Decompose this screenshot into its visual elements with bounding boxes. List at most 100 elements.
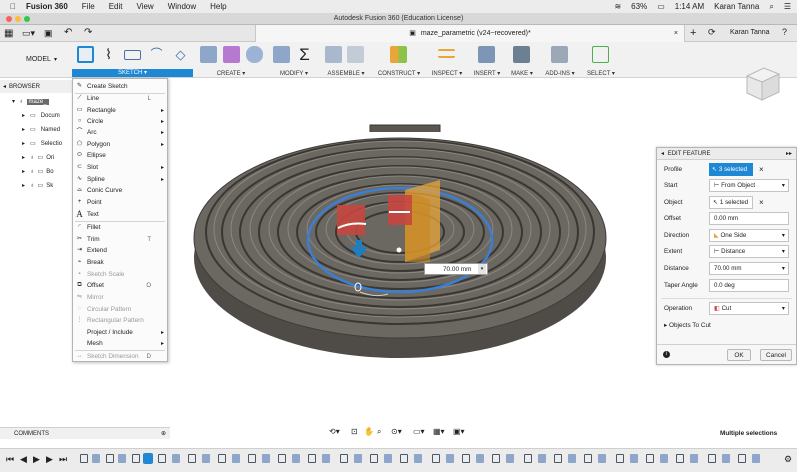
menu-trim[interactable]: ✂ Trim T [73,234,167,245]
pan-icon[interactable]: ✋ [364,427,374,436]
menu-extend[interactable]: ⇥ Extend [73,245,167,256]
addins-group[interactable]: ADD-INS ▾ [540,42,580,78]
make-print-icon[interactable] [513,46,530,63]
expand-icon[interactable]: ▸ [22,126,25,133]
select-arrow-icon[interactable] [592,46,609,63]
browser-row-origin[interactable]: ▸ ♁ ▭ Ori [0,151,54,164]
timeline-sketch-icon[interactable] [340,454,348,463]
timeline-sketch-icon[interactable] [218,454,226,463]
workspace-switcher[interactable]: MODEL ▾ [4,42,66,78]
job-status-icon[interactable]: ⟳ [708,27,716,38]
browser-row-document-settings[interactable]: ▸ ▭ Docum [0,109,60,122]
cancel-button[interactable]: Cancel [760,349,792,361]
timeline-extrude-icon[interactable] [202,454,210,463]
timeline-sketch-icon[interactable] [248,454,256,463]
expand-icon[interactable]: ▸ [22,168,25,175]
menu-edit[interactable]: Edit [109,2,123,11]
timeline-sketch-icon[interactable] [676,454,684,463]
file-menu-icon[interactable]: ▭▾ [22,28,35,39]
insert-image-icon[interactable] [478,46,495,63]
menu-mesh[interactable]: Mesh ▸ [73,338,167,349]
operation-select[interactable]: ◧ Cut ▾ [709,302,789,315]
create-sketch-icon[interactable] [77,46,94,63]
orbit-icon[interactable]: ⟲▾ [329,427,340,436]
direction-select[interactable]: ◣ One Side ▾ [709,229,789,242]
joint-icon[interactable] [325,46,342,63]
distance-manipulator[interactable] [356,240,362,248]
new-tab-icon[interactable]: + [690,27,696,39]
circle-tool-icon[interactable]: ⌒ [148,46,165,63]
search-icon[interactable]: ⌕ [769,2,773,12]
menu-window[interactable]: Window [168,2,196,11]
timeline-extrude-icon[interactable] [722,454,730,463]
extent-select[interactable]: ⊢ Distance ▾ [709,245,789,258]
menu-spline[interactable]: ∿ Spline ▸ [73,174,167,185]
minimize-window-button[interactable] [15,16,21,22]
document-tab[interactable]: ▣ maze_parametric (v24~recovered)* × [255,25,685,42]
menu-rectangular-pattern[interactable]: ⋮ Rectangular Pattern [73,315,167,326]
timeline-extrude-icon[interactable] [506,454,514,463]
menu-help[interactable]: Help [210,2,226,11]
list-icon[interactable]: ☰ [784,2,791,11]
timeline-extrude-icon[interactable] [660,454,668,463]
zoom-window-button[interactable] [24,16,30,22]
form-icon[interactable] [223,46,240,63]
selected-profile-2[interactable] [388,195,412,225]
sketch-menu-button[interactable]: SKETCH ▾ [72,69,193,77]
browser-row-root[interactable]: ▾ ♁ maze_ [0,95,49,108]
object-selection[interactable]: ↖ 1 selected [709,196,753,209]
cylinder-icon[interactable] [246,46,263,63]
timeline-extrude-icon[interactable] [690,454,698,463]
bulb-icon[interactable]: ♁ [30,183,35,189]
tab-close-icon[interactable]: × [674,25,678,42]
menu-ellipse[interactable]: ⬭ Ellipse [73,150,167,161]
timeline-extrude-icon[interactable] [354,454,362,463]
timeline-sketch-icon[interactable] [106,454,114,463]
timeline-extrude-icon[interactable] [322,454,330,463]
step-back-icon[interactable]: ◀ [20,454,27,465]
start-select[interactable]: ⊢ From Object ▾ [709,179,789,192]
menu-polygon[interactable]: ⬠ Polygon ▸ [73,139,167,150]
timeline-sketch-icon[interactable] [400,454,408,463]
timeline-sketch-icon[interactable] [554,454,562,463]
bulb-icon[interactable]: ♁ [30,155,35,161]
taper-input[interactable]: 0.0 deg [709,279,789,292]
select-group[interactable]: SELECT ▾ [584,42,618,78]
fit-icon[interactable]: ⊙▾ [391,427,402,436]
menu-project-include[interactable]: Project / Include ▸ [73,327,167,338]
create-group[interactable]: CREATE ▾ [195,42,267,78]
menu-mirror[interactable]: ⇋ Mirror [73,292,167,303]
menu-fillet[interactable]: ◜ Fillet [73,222,167,233]
battery-icon[interactable]: ▭ [657,2,665,11]
menu-file[interactable]: File [82,2,95,11]
app-name[interactable]: Fusion 360 [26,2,68,11]
ok-button[interactable]: OK [727,349,751,361]
timeline-extrude-icon[interactable] [384,454,392,463]
timeline-extrude-icon[interactable] [598,454,606,463]
bulb-icon[interactable]: ♁ [30,169,35,175]
expand-icon[interactable]: ▸ [22,112,25,119]
menu-sketch-scale[interactable]: ▪ Sketch Scale [73,269,167,280]
menu-sketch-dimension[interactable]: ↔ Sketch Dimension D [73,351,167,362]
distance-field[interactable]: 70.00 mm ▾ [709,262,789,275]
as-built-joint-icon[interactable] [347,46,364,63]
display-settings-icon[interactable]: ▭▾ [413,427,425,436]
timeline-sketch-icon[interactable] [80,454,88,463]
tab-user-name[interactable]: Karan Tanna [730,29,770,36]
extrude-icon[interactable] [200,46,217,63]
timeline-extrude-icon-active[interactable] [143,453,153,464]
expand-dialog-icon[interactable]: ▸▸ [786,148,792,160]
menu-line[interactable]: ⟋ Line L [73,93,167,104]
undo-icon[interactable]: ↶ [64,27,72,38]
clock[interactable]: 1:14 AM [675,2,704,11]
redo-icon[interactable]: ↷ [84,27,92,38]
timeline-sketch-icon[interactable] [158,454,166,463]
timeline-sketch-icon[interactable] [492,454,500,463]
look-at-icon[interactable]: ⊡ [351,427,358,436]
expand-icon[interactable]: ▾ [12,98,15,105]
assemble-group[interactable]: ASSEMBLE ▾ [321,42,371,78]
profile-selection[interactable]: ↖ 3 selected [709,163,753,176]
collapse-icon[interactable]: ◂ [3,83,6,90]
clear-selection-icon[interactable]: × [759,198,764,207]
timeline-sketch-icon[interactable] [462,454,470,463]
